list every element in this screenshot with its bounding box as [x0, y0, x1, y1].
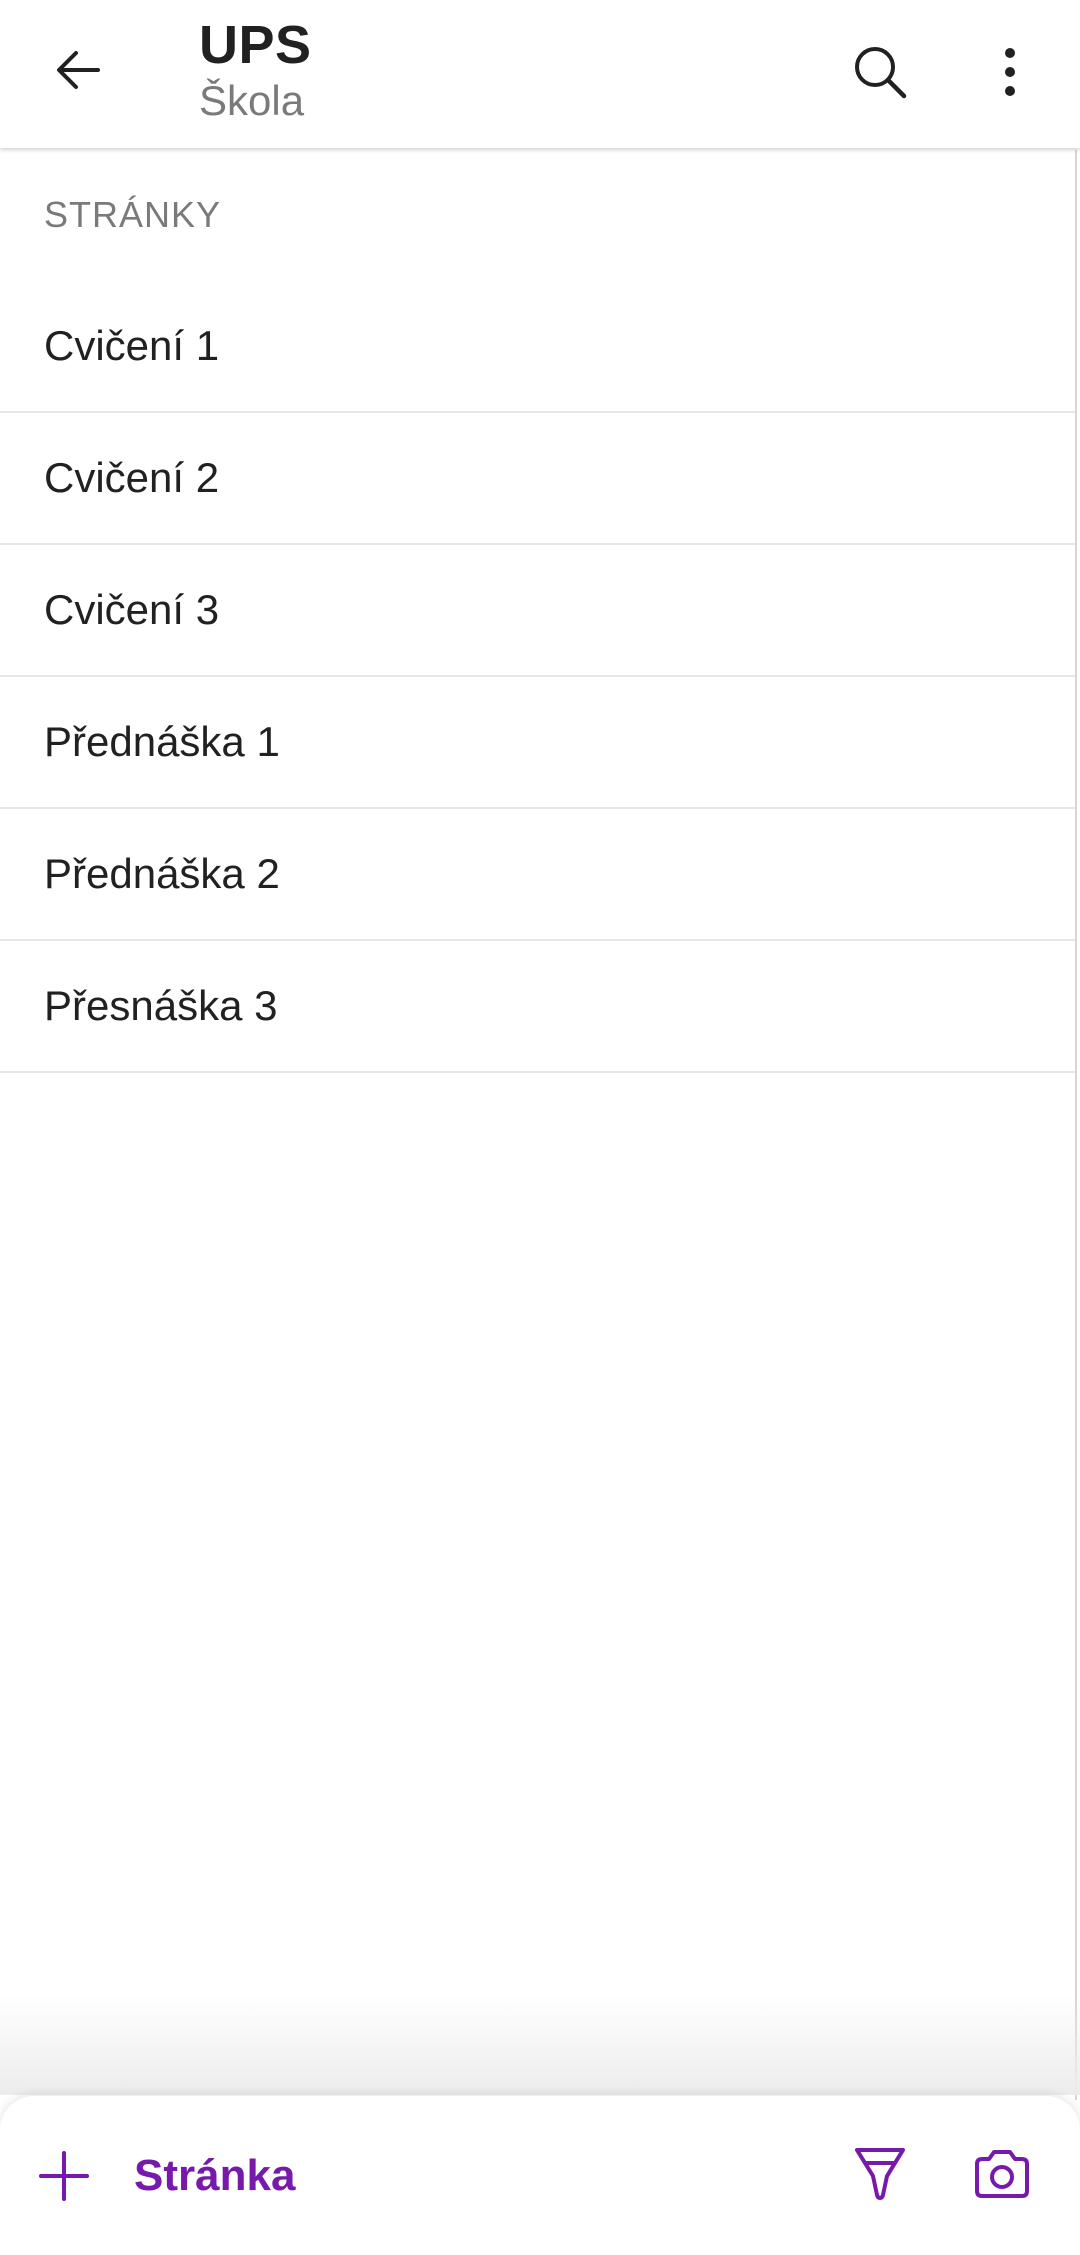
app-bar: UPS Škola — [0, 0, 1080, 148]
scrollbar-track[interactable] — [1075, 150, 1077, 2100]
notebook-subtitle: Škola — [199, 77, 305, 124]
page-item-label: Cvičení 2 — [44, 454, 220, 501]
camera-button[interactable] — [962, 2134, 1042, 2214]
search-button[interactable] — [840, 32, 920, 112]
highlighter-icon — [855, 2148, 905, 2200]
page-item-label: Přesnáška 3 — [44, 982, 278, 1029]
page-item[interactable]: Přesnáška 3 — [0, 941, 1075, 1073]
title-block: UPS Škola — [199, 14, 312, 126]
section-header: STRÁNKY — [44, 194, 222, 235]
page-title: UPS — [199, 15, 312, 75]
page-item-label: Přednáška 2 — [44, 850, 280, 897]
page-item[interactable]: Přednáška 2 — [0, 809, 1075, 941]
arrow-left-icon — [57, 51, 100, 89]
add-page-label: Stránka — [134, 2151, 296, 2200]
camera-icon — [975, 2150, 1029, 2198]
more-options-button[interactable] — [970, 32, 1050, 112]
bottom-toolbar: Stránka — [0, 2096, 1080, 2255]
plus-icon — [39, 2151, 89, 2201]
page-item-label: Přednáška 1 — [44, 718, 280, 765]
page-item[interactable]: Cvičení 3 — [0, 545, 1075, 677]
back-button[interactable] — [38, 30, 118, 110]
add-page-button[interactable]: Stránka — [38, 2136, 295, 2216]
page-item-label: Cvičení 1 — [44, 322, 220, 369]
page-item[interactable]: Cvičení 2 — [0, 413, 1075, 545]
page-item[interactable]: Cvičení 1 — [0, 281, 1075, 413]
page-list: Cvičení 1 Cvičení 2 Cvičení 3 Přednáška … — [0, 281, 1075, 1073]
page-item[interactable]: Přednáška 1 — [0, 677, 1075, 809]
bottom-fade — [0, 1995, 1080, 2095]
more-vertical-icon — [1005, 48, 1015, 96]
draw-button[interactable] — [840, 2134, 920, 2214]
page-item-label: Cvičení 3 — [44, 586, 220, 633]
search-icon — [855, 47, 907, 99]
